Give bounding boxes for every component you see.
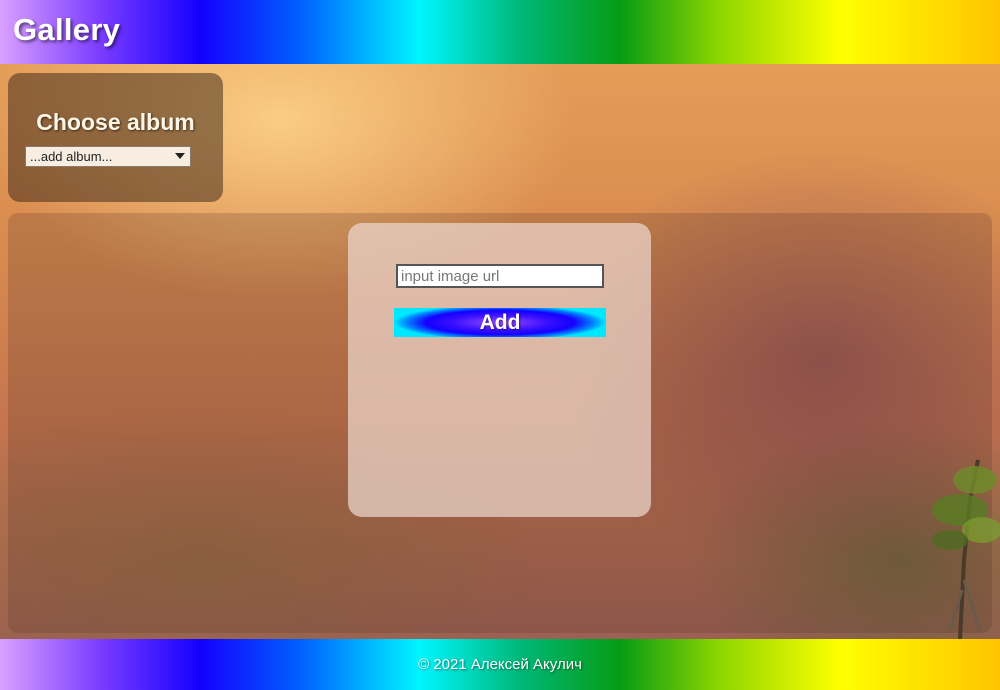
copyright-text: © 2021 Алексей Акулич [418,656,582,673]
album-panel: Choose album [8,73,223,202]
image-url-input[interactable] [396,264,604,288]
footer-bar: © 2021 Алексей Акулич [0,639,1000,690]
gallery-page: { "header": { "title": "Gallery" }, "alb… [0,0,1000,690]
chevron-down-icon [175,153,185,159]
album-select-value: ...add album... [30,149,113,164]
page-title: Gallery [13,12,121,47]
album-select[interactable]: ...add album... [25,146,191,167]
add-button[interactable]: Add [394,308,606,337]
pine-branch-decoration [932,459,1000,640]
album-heading: Choose album [36,109,195,135]
header-bar: Gallery [0,0,1000,64]
